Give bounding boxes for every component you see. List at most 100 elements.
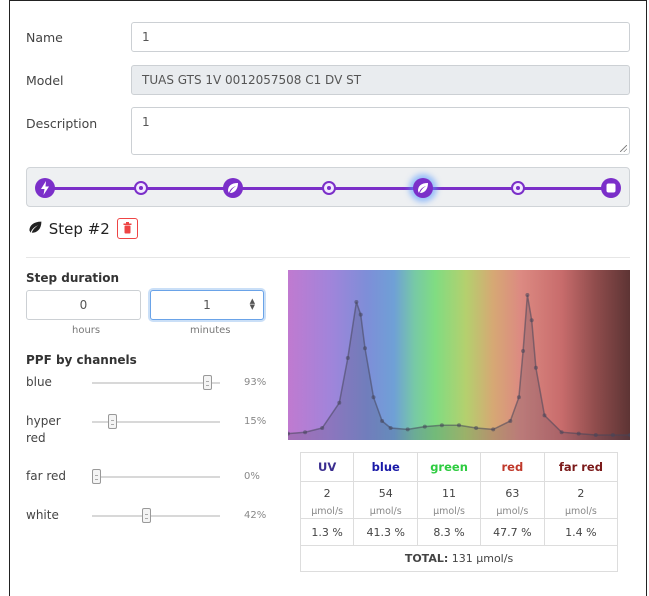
spectrum-point — [439, 423, 444, 428]
hours-caption: hours — [72, 325, 101, 336]
spectrum-point — [363, 346, 367, 351]
total-label: TOTAL: — [404, 552, 449, 565]
slider-track-far-red[interactable] — [92, 476, 220, 478]
unit-uv: µmol/s — [299, 504, 355, 519]
percent-uv: 1.3 % — [299, 518, 355, 546]
leaf-icon — [418, 183, 428, 193]
trash-icon — [123, 222, 132, 234]
leaf-icon — [29, 221, 42, 233]
add-step-button[interactable] — [134, 181, 148, 195]
table-unit-row: µmol/s µmol/s µmol/s µmol/s µmol/s — [299, 504, 619, 519]
slider-thumb-far-red[interactable] — [92, 469, 101, 484]
table-header-row: UV blue green red far red — [299, 452, 619, 482]
description-label: Description — [26, 116, 98, 131]
channel-pct-hyper-red: 15% — [244, 416, 267, 427]
total-cell: TOTAL: 131 µmol/s — [300, 545, 618, 572]
col-header-uv: UV — [299, 452, 355, 482]
stop-icon — [606, 183, 616, 193]
channel-pct-far-red: 0% — [244, 471, 260, 482]
description-text: 1 — [142, 115, 150, 129]
spectrum-point — [559, 430, 564, 435]
add-step-button[interactable] — [511, 181, 525, 195]
step-end-node[interactable] — [601, 178, 621, 198]
step-start-lightning[interactable] — [35, 178, 55, 198]
channel-label-white: white — [26, 508, 59, 522]
name-label: Name — [26, 30, 63, 45]
percent-red: 47.7 % — [479, 518, 545, 546]
spectrum-point — [474, 426, 479, 430]
spectrum-point — [491, 427, 496, 432]
step-1-node[interactable] — [223, 178, 243, 198]
lightning-icon — [41, 181, 49, 195]
slider-thumb-blue[interactable] — [203, 375, 212, 390]
leaf-icon — [228, 183, 238, 193]
value-red: 63 — [479, 481, 545, 504]
spectrum-point — [388, 426, 393, 430]
minutes-caption: minutes — [190, 325, 231, 336]
value-blue: 54 — [353, 481, 419, 504]
model-field: TUAS GTS 1V 0012057508 C1 DV ST — [131, 65, 630, 95]
spectrum-point — [542, 413, 547, 418]
model-label: Model — [26, 73, 64, 88]
spectrum-point — [345, 356, 350, 360]
col-header-blue: blue — [353, 452, 419, 482]
spectrum-point — [529, 318, 534, 323]
table-total-row: TOTAL: 131 µmol/s — [300, 545, 618, 572]
ppf-channels-label: PPF by channels — [26, 353, 137, 367]
unit-red: µmol/s — [479, 504, 545, 519]
spectrum-point — [521, 349, 526, 353]
spectrum-point — [320, 426, 325, 430]
hours-input[interactable]: 0 — [26, 290, 141, 320]
minutes-value: 1 — [203, 298, 211, 312]
spectrum-chart — [288, 270, 630, 440]
unit-blue: µmol/s — [353, 504, 419, 519]
spectrum-point — [457, 423, 461, 428]
minutes-input[interactable]: 1 ▲ ▼ — [150, 290, 264, 320]
spectrum-point — [358, 312, 363, 317]
slider-thumb-white[interactable] — [142, 508, 151, 523]
slider-track-white[interactable] — [92, 515, 220, 517]
channel-label-blue: blue — [26, 375, 52, 389]
spectrum-point — [576, 431, 581, 436]
percent-blue: 41.3 % — [353, 518, 419, 546]
program-timeline — [26, 167, 630, 207]
unit-green: µmol/s — [417, 504, 481, 519]
spectrum-point — [380, 419, 385, 423]
channel-label-hyper-red: hyper red — [26, 414, 61, 445]
step-2-node[interactable] — [413, 178, 433, 198]
spectrum-point — [337, 400, 342, 405]
step-title: Step #2 — [26, 220, 110, 238]
slider-track-blue[interactable] — [92, 382, 220, 384]
spectrum-point — [405, 427, 410, 432]
spectrum-point — [354, 300, 359, 304]
value-far-red: 2 — [543, 481, 619, 504]
divider — [26, 257, 630, 258]
step-duration-label: Step duration — [26, 271, 120, 285]
add-step-button[interactable] — [322, 181, 336, 195]
spinner-arrows-icon[interactable]: ▲ ▼ — [250, 298, 255, 311]
resize-grip-icon[interactable] — [620, 145, 627, 152]
delete-step-button[interactable] — [117, 218, 138, 239]
value-uv: 2 — [299, 481, 355, 504]
col-header-green: green — [417, 452, 481, 482]
unit-far-red: µmol/s — [543, 504, 619, 519]
spectrum-point — [516, 395, 521, 400]
name-input[interactable]: 1 — [131, 22, 630, 52]
percent-green: 8.3 % — [417, 518, 481, 546]
spectrum-point — [593, 433, 598, 437]
table-value-row: 2 54 11 63 2 — [299, 481, 619, 504]
spectrum-point — [508, 419, 513, 423]
col-header-red: red — [479, 452, 545, 482]
col-header-far-red: far red — [543, 452, 619, 482]
ppf-summary-table: UV blue green red far red 2 54 11 63 2 µ… — [299, 452, 619, 572]
channel-pct-white: 42% — [244, 510, 267, 521]
slider-thumb-hyper-red[interactable] — [108, 414, 117, 429]
spectrum-point — [525, 293, 530, 297]
spectrum-point — [610, 433, 615, 437]
description-textarea[interactable]: 1 — [131, 107, 630, 155]
spectrum-point — [371, 395, 376, 400]
step-title-text: Step #2 — [48, 220, 110, 238]
total-value: 131 µmol/s — [451, 552, 514, 565]
channel-label-far-red: far red — [26, 469, 66, 483]
percent-far-red: 1.4 % — [543, 518, 619, 546]
